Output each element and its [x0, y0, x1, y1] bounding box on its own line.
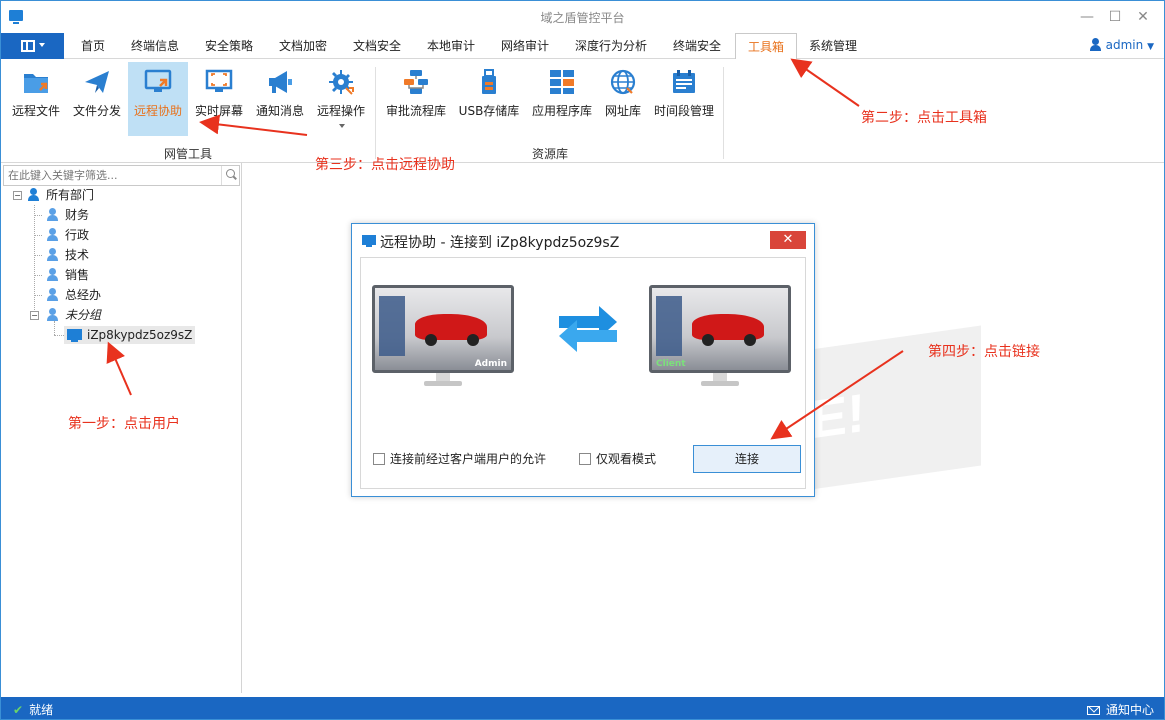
annotation-arrows [106, 58, 904, 440]
notification-label: 通知中心 [1105, 703, 1154, 717]
status-ready: 就绪 [13, 701, 53, 718]
status-bar: 就绪 通知中心 [1, 697, 1164, 719]
app-window: 域之盾管控平台 — ☐ ✕ 首页 终端信息 安全策略 文档加密 文档安全 本地审… [0, 0, 1165, 720]
notification-center[interactable]: 通知中心 [1086, 701, 1154, 718]
envelope-icon [1086, 706, 1100, 715]
